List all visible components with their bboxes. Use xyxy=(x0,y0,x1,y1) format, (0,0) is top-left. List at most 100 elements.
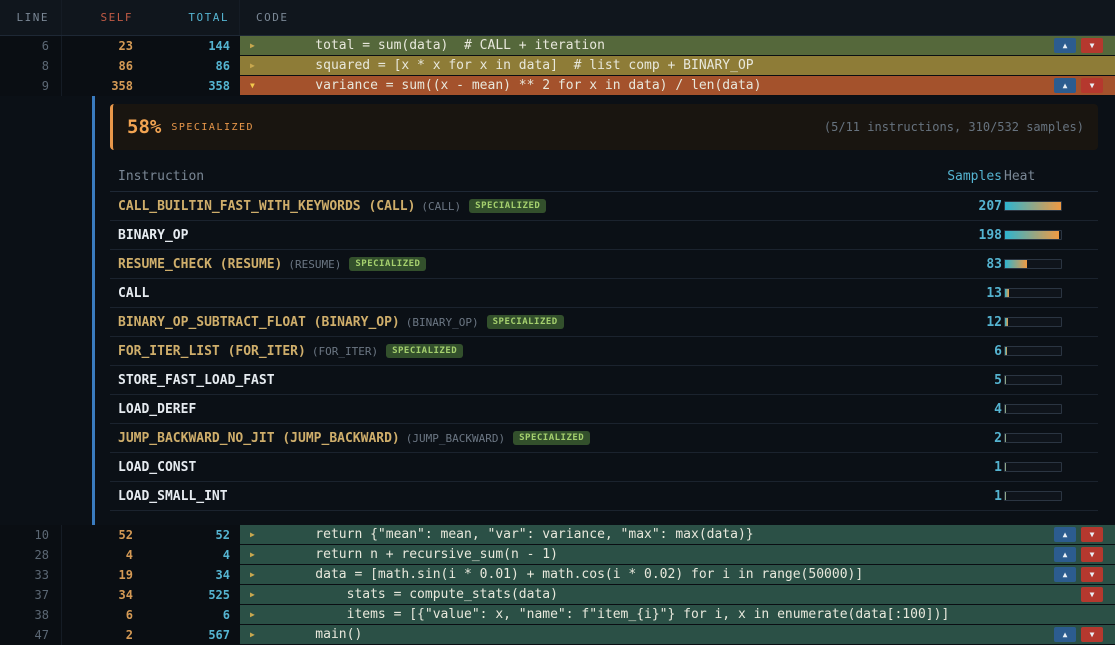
row-buttons: ▲ ▼ xyxy=(1054,547,1103,562)
instruction-row: CALL 13 xyxy=(110,279,1098,308)
code-cell: ▶ items = [{"value": x, "name": f"item_{… xyxy=(240,605,1115,625)
instruction-samples: 1 xyxy=(932,460,1002,475)
expand-toggle-icon[interactable]: ▶ xyxy=(250,565,266,585)
expand-toggle-icon[interactable]: ▶ xyxy=(250,56,266,76)
code-rows-bottom: 10 52 52 ▶ return {"mean": mean, "var": … xyxy=(0,525,1115,645)
heat-bar xyxy=(1004,259,1062,269)
instruction-name: STORE_FAST_LOAD_FAST xyxy=(118,373,275,388)
code-row-line-8[interactable]: 8 86 86 ▶ squared = [x * x for x in data… xyxy=(0,56,1115,76)
move-up-button[interactable]: ▲ xyxy=(1054,38,1076,53)
column-header-code: CODE xyxy=(240,11,1115,24)
code-cell: ▶ return n + recursive_sum(n - 1) ▲ ▼ xyxy=(240,545,1115,565)
heat-bar-fill xyxy=(1005,289,1009,297)
code-row-line-38[interactable]: 38 6 6 ▶ items = [{"value": x, "name": f… xyxy=(0,605,1115,625)
expand-toggle-icon[interactable]: ▼ xyxy=(250,76,266,96)
specialized-badge: SPECIALIZED xyxy=(487,315,564,329)
expand-toggle-icon[interactable]: ▶ xyxy=(250,545,266,565)
heat-bar xyxy=(1004,288,1062,298)
specialized-label: SPECIALIZED xyxy=(171,122,254,133)
code-cell: ▶ stats = compute_stats(data) ▲ ▼ xyxy=(240,585,1115,605)
code-cell: ▶ data = [math.sin(i * 0.01) + math.cos(… xyxy=(240,565,1115,585)
row-buttons: ▲ ▼ xyxy=(1054,527,1103,542)
specialized-badge: SPECIALIZED xyxy=(469,199,546,213)
instruction-row: LOAD_CONST 1 xyxy=(110,453,1098,482)
self-samples: 358 xyxy=(62,76,145,96)
move-down-button[interactable]: ▼ xyxy=(1081,587,1103,602)
line-number: 9 xyxy=(0,76,62,96)
instruction-samples: 5 xyxy=(932,373,1002,388)
code-row-line-6[interactable]: 6 23 144 ▶ total = sum(data) # CALL + it… xyxy=(0,36,1115,56)
code-text: stats = compute_stats(data) xyxy=(284,585,558,605)
code-cell: ▶ squared = [x * x for x in data] # list… xyxy=(240,56,1115,76)
column-header-samples: Samples xyxy=(932,169,1002,184)
expand-toggle-icon[interactable]: ▶ xyxy=(250,625,266,645)
specialization-panel: 58% SPECIALIZED (5/11 instructions, 310/… xyxy=(0,96,1115,525)
total-samples: 567 xyxy=(145,625,240,645)
code-row-line-33[interactable]: 33 19 34 ▶ data = [math.sin(i * 0.01) + … xyxy=(0,565,1115,585)
move-down-button[interactable]: ▼ xyxy=(1081,38,1103,53)
instruction-row: FOR_ITER_LIST (FOR_ITER) (FOR_ITER) SPEC… xyxy=(110,337,1098,366)
code-row-line-9[interactable]: 9 358 358 ▼ variance = sum((x - mean) **… xyxy=(0,76,1115,96)
code-row-line-37[interactable]: 37 34 525 ▶ stats = compute_stats(data) … xyxy=(0,585,1115,605)
move-down-button[interactable]: ▼ xyxy=(1081,567,1103,582)
move-down-button[interactable]: ▼ xyxy=(1081,547,1103,562)
code-row-line-47[interactable]: 47 2 567 ▶ main() ▲ ▼ xyxy=(0,625,1115,645)
instruction-table-header: Instruction Samples Heat xyxy=(110,162,1098,192)
move-up-button[interactable]: ▲ xyxy=(1054,527,1076,542)
code-row-line-28[interactable]: 28 4 4 ▶ return n + recursive_sum(n - 1)… xyxy=(0,545,1115,565)
instruction-name: JUMP_BACKWARD_NO_JIT (JUMP_BACKWARD) xyxy=(118,431,400,446)
total-samples: 144 xyxy=(145,36,240,56)
code-row-line-10[interactable]: 10 52 52 ▶ return {"mean": mean, "var": … xyxy=(0,525,1115,545)
code-cell: ▶ return {"mean": mean, "var": variance,… xyxy=(240,525,1115,545)
instruction-table: Instruction Samples Heat CALL_BUILTIN_FA… xyxy=(110,162,1098,511)
specialization-summary-banner: 58% SPECIALIZED (5/11 instructions, 310/… xyxy=(110,104,1098,150)
line-number: 6 xyxy=(0,36,62,56)
instruction-name: CALL_BUILTIN_FAST_WITH_KEYWORDS (CALL) xyxy=(118,199,415,214)
move-down-button[interactable]: ▼ xyxy=(1081,527,1103,542)
heat-bar-fill xyxy=(1005,492,1006,500)
expand-toggle-icon[interactable]: ▶ xyxy=(250,36,266,56)
instruction-name: LOAD_SMALL_INT xyxy=(118,489,228,504)
move-up-button[interactable]: ▲ xyxy=(1054,627,1076,642)
instruction-base-opcode: (BINARY_OP) xyxy=(406,316,479,329)
instruction-row: BINARY_OP 198 xyxy=(110,221,1098,250)
specialized-badge: SPECIALIZED xyxy=(513,431,590,445)
heat-bar xyxy=(1004,375,1062,385)
instruction-base-opcode: (JUMP_BACKWARD) xyxy=(406,432,505,445)
self-samples: 86 xyxy=(62,56,145,76)
row-buttons: ▲ ▼ xyxy=(1054,567,1103,582)
instruction-row: BINARY_OP_SUBTRACT_FLOAT (BINARY_OP) (BI… xyxy=(110,308,1098,337)
move-down-button[interactable]: ▼ xyxy=(1081,78,1103,93)
expand-toggle-icon[interactable]: ▶ xyxy=(250,605,266,625)
code-text: main() xyxy=(284,625,362,645)
instruction-row: CALL_BUILTIN_FAST_WITH_KEYWORDS (CALL) (… xyxy=(110,192,1098,221)
total-samples: 525 xyxy=(145,585,240,605)
move-up-button[interactable]: ▲ xyxy=(1054,547,1076,562)
instruction-samples: 198 xyxy=(932,228,1002,243)
code-text: return n + recursive_sum(n - 1) xyxy=(284,545,558,565)
instruction-samples: 4 xyxy=(932,402,1002,417)
total-samples: 6 xyxy=(145,605,240,625)
line-number: 28 xyxy=(0,545,62,565)
heat-bar-fill xyxy=(1005,347,1007,355)
specialized-percent: 58% xyxy=(127,116,161,138)
instruction-name: CALL xyxy=(118,286,149,301)
expand-toggle-icon[interactable]: ▶ xyxy=(250,585,266,605)
heat-bar-fill xyxy=(1005,463,1006,471)
move-down-button[interactable]: ▼ xyxy=(1081,627,1103,642)
instruction-name: FOR_ITER_LIST (FOR_ITER) xyxy=(118,344,306,359)
code-rows-top: 6 23 144 ▶ total = sum(data) # CALL + it… xyxy=(0,36,1115,96)
row-buttons: ▲ ▼ xyxy=(1081,587,1103,602)
instruction-name: LOAD_DEREF xyxy=(118,402,196,417)
instruction-samples: 207 xyxy=(932,199,1002,214)
code-cell: ▶ total = sum(data) # CALL + iteration ▲… xyxy=(240,36,1115,56)
heat-bar-fill xyxy=(1005,376,1006,384)
code-text: squared = [x * x for x in data] # list c… xyxy=(284,56,754,76)
move-up-button[interactable]: ▲ xyxy=(1054,567,1076,582)
instruction-row: STORE_FAST_LOAD_FAST 5 xyxy=(110,366,1098,395)
instruction-base-opcode: (FOR_ITER) xyxy=(312,345,378,358)
instruction-name: BINARY_OP xyxy=(118,228,188,243)
line-number: 8 xyxy=(0,56,62,76)
expand-toggle-icon[interactable]: ▶ xyxy=(250,525,266,545)
move-up-button[interactable]: ▲ xyxy=(1054,78,1076,93)
